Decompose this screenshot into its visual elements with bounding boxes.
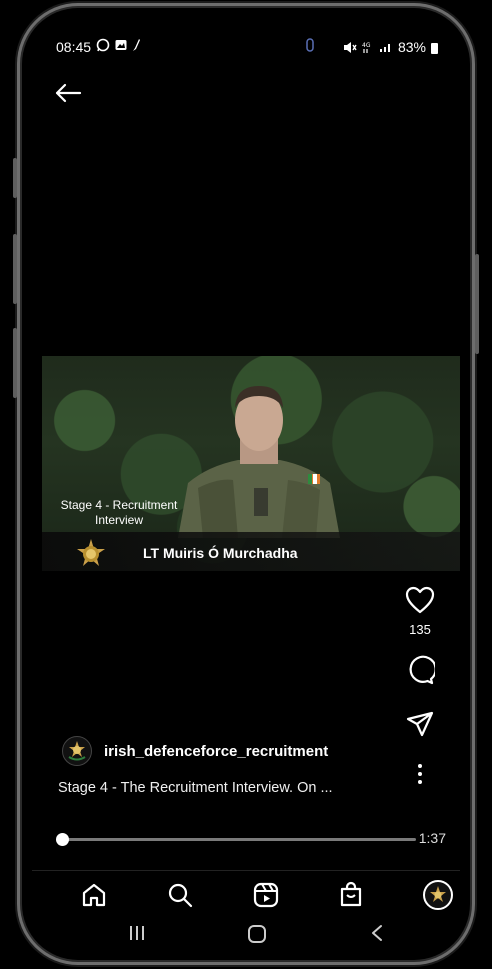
account-username[interactable]: irish_defenceforce_recruitment [104, 743, 328, 760]
data-4g-icon: 4G [362, 42, 371, 53]
notification-icons [96, 38, 142, 52]
side-button [13, 234, 17, 304]
status-bar: 08:45 4G 83% [32, 36, 460, 58]
bluetooth-device-icon [305, 38, 315, 55]
battery-percent: 83% [397, 39, 426, 55]
signal-icon [379, 44, 390, 52]
system-back-icon[interactable] [370, 924, 384, 947]
video-name-plate: LT Muiris Ó Murchadha [143, 545, 298, 561]
account-avatar[interactable] [62, 736, 92, 766]
post-account[interactable]: irish_defenceforce_recruitment [62, 736, 328, 766]
comment-icon[interactable] [405, 655, 437, 685]
like-count: 135 [409, 622, 431, 637]
home-icon[interactable] [80, 881, 110, 911]
brush-icon [133, 39, 140, 51]
defence-forces-emblem-icon [77, 539, 105, 566]
post-caption[interactable]: Stage 4 - The Recruitment Interview. On … [58, 780, 333, 796]
status-time: 08:45 [56, 39, 92, 55]
reels-icon[interactable] [252, 881, 282, 911]
side-button [13, 158, 17, 198]
video-duration: 1:37 [418, 830, 446, 846]
share-icon[interactable] [405, 711, 435, 741]
bottom-navigation [32, 870, 460, 927]
back-arrow-icon[interactable] [54, 82, 86, 106]
video-progress-bar[interactable] [56, 833, 416, 846]
side-button [475, 254, 479, 354]
profile-icon[interactable] [422, 879, 453, 910]
screen: 08:45 4G 83% Stage 4 - Recruitment Inter… [32, 18, 460, 950]
reel-actions: 135 [402, 586, 438, 793]
whatsapp-icon [96, 38, 110, 52]
more-icon[interactable] [405, 763, 435, 793]
battery-icon [431, 42, 438, 54]
progress-thumb[interactable] [56, 833, 69, 846]
video-person [178, 386, 340, 538]
search-icon[interactable] [166, 881, 196, 911]
system-navigation [32, 920, 460, 950]
video-player[interactable]: Stage 4 - Recruitment Interview LT Muiri… [42, 356, 460, 571]
side-button [13, 328, 17, 398]
svg-text:4G: 4G [362, 42, 371, 49]
video-stage-label: Stage 4 - Recruitment Interview [60, 498, 178, 527]
shop-icon[interactable] [337, 881, 367, 911]
recent-apps-icon[interactable] [128, 924, 146, 947]
home-button-icon[interactable] [247, 924, 267, 949]
heart-icon[interactable] [405, 586, 435, 616]
status-right: 4G 83% [343, 39, 438, 55]
mute-icon [343, 41, 357, 53]
gallery-icon [115, 40, 127, 50]
phone-frame: 08:45 4G 83% Stage 4 - Recruitment Inter… [13, 8, 479, 960]
